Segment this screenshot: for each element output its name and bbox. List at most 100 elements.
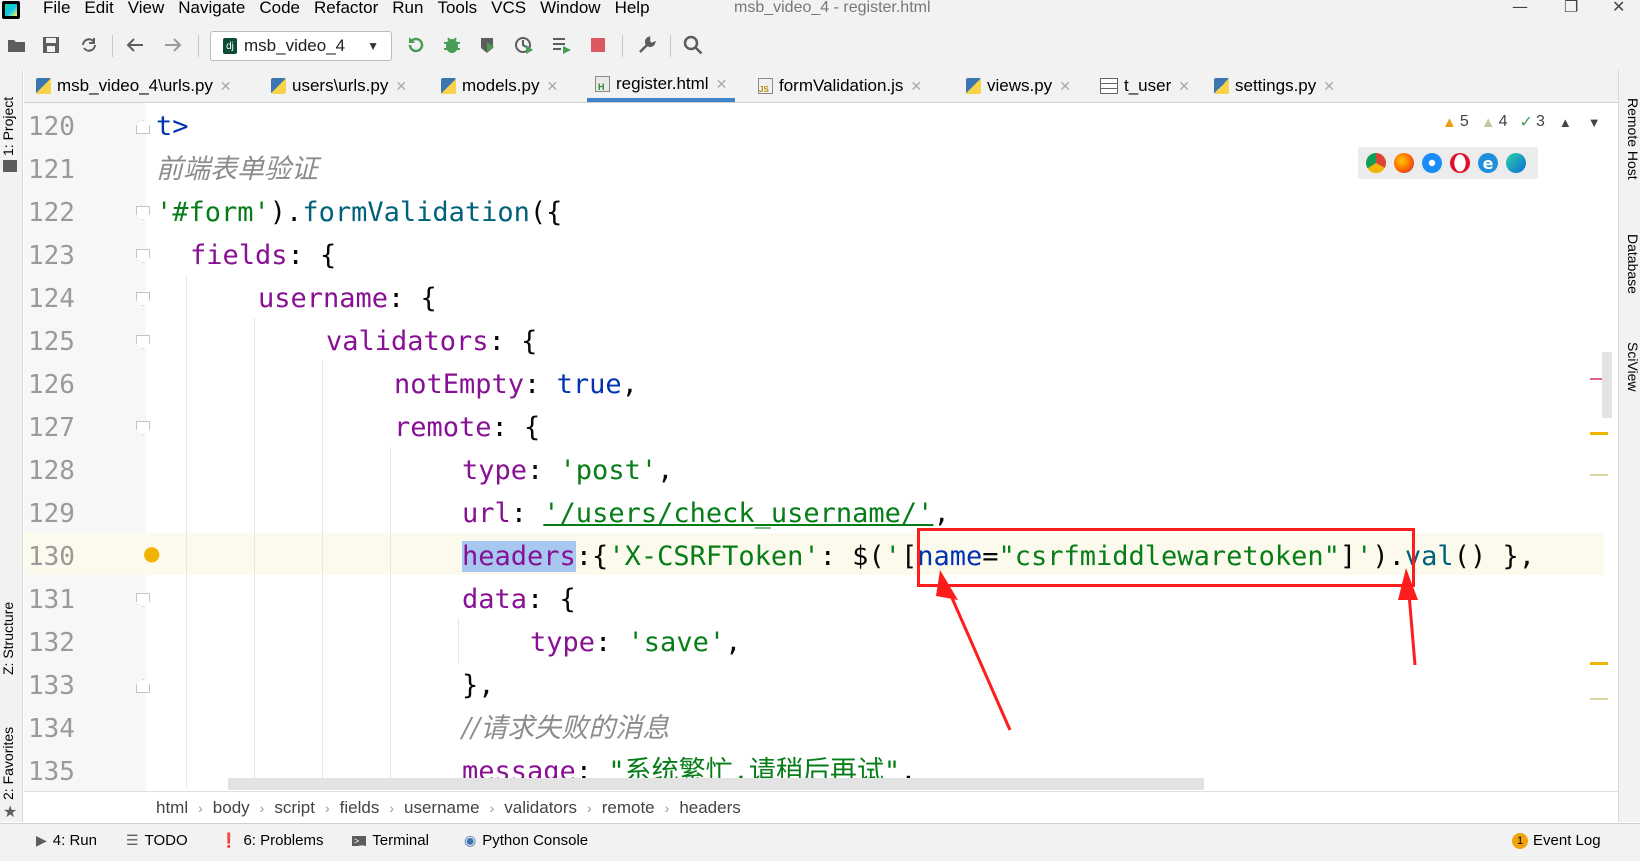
- line-number: 122: [28, 198, 75, 228]
- problems-tool-button[interactable]: ❗ 6: Problems: [220, 832, 323, 849]
- favorites-tool-button[interactable]: 2: Favorites: [0, 710, 22, 800]
- run-tool-button[interactable]: ▶ 4: Run: [36, 832, 97, 849]
- python-icon: ◉: [464, 832, 477, 848]
- close-tab-icon[interactable]: ✕: [716, 76, 728, 93]
- save-icon[interactable]: [40, 34, 62, 56]
- breadcrumb-item[interactable]: script: [274, 798, 315, 818]
- profile-icon[interactable]: [513, 34, 535, 56]
- debug-icon[interactable]: [441, 34, 463, 56]
- code-line-120[interactable]: t>: [156, 106, 189, 148]
- breadcrumb-item[interactable]: validators: [504, 798, 577, 818]
- menu-edit[interactable]: Edit: [77, 0, 120, 16]
- event-log-tool-button[interactable]: 1 Event Log: [1512, 832, 1601, 849]
- code-line-128[interactable]: type: 'post',: [462, 450, 673, 492]
- breadcrumb-item[interactable]: fields: [340, 798, 380, 818]
- breadcrumb-item[interactable]: username: [404, 798, 480, 818]
- run-configuration-select[interactable]: dj msb_video_4 ▼: [210, 31, 392, 61]
- code-line-126[interactable]: notEmpty: true,: [394, 364, 638, 406]
- code-line-124[interactable]: username: {: [258, 278, 437, 320]
- structure-tool-button[interactable]: Z: Structure: [0, 575, 22, 675]
- code-token: : {: [491, 412, 541, 443]
- tab-settings[interactable]: settings.py ✕: [1214, 70, 1335, 102]
- intention-bulb-icon[interactable]: ●: [143, 541, 160, 565]
- code-line-123[interactable]: fields: {: [190, 235, 336, 277]
- minimize-icon[interactable]: —: [1512, 0, 1528, 15]
- close-tab-icon[interactable]: ✕: [1323, 78, 1335, 95]
- close-tab-icon[interactable]: ✕: [1059, 78, 1071, 95]
- tab-users-urls[interactable]: users\urls.py ✕: [271, 70, 407, 102]
- database-tool-button[interactable]: Database: [1619, 234, 1640, 314]
- breadcrumb-item[interactable]: headers: [679, 798, 740, 818]
- menu-file[interactable]: File: [36, 0, 77, 16]
- weak-stripe-mark: [1590, 698, 1608, 700]
- inspection-widget[interactable]: ▲ 5 ▲ 4 ✓ 3 ▲ ▼: [1442, 112, 1601, 132]
- code-key: url: [462, 498, 511, 529]
- next-highlight-icon[interactable]: ▼: [1588, 115, 1601, 130]
- firefox-icon[interactable]: [1394, 153, 1414, 173]
- tab-models[interactable]: models.py ✕: [441, 70, 558, 102]
- menu-navigate[interactable]: Navigate: [171, 0, 252, 16]
- remote-host-tool-button[interactable]: Remote Host: [1619, 98, 1640, 208]
- breadcrumb-item[interactable]: remote: [602, 798, 655, 818]
- menu-code[interactable]: Code: [252, 0, 307, 16]
- code-line-129[interactable]: url: '/users/check_username/',: [462, 493, 950, 535]
- code-key: notEmpty: [394, 369, 525, 400]
- chrome-icon[interactable]: [1366, 153, 1386, 173]
- code-line-125[interactable]: validators: {: [326, 321, 537, 363]
- internet-explorer-icon[interactable]: e: [1478, 153, 1498, 173]
- safari-icon[interactable]: [1422, 153, 1442, 173]
- code-line-133[interactable]: },: [462, 665, 495, 707]
- terminal-tool-button[interactable]: >_ Terminal: [352, 832, 429, 849]
- code-key: type: [462, 455, 528, 486]
- restore-icon[interactable]: ❐: [1564, 0, 1578, 15]
- close-tab-icon[interactable]: ✕: [910, 78, 922, 95]
- menu-refactor[interactable]: Refactor: [307, 0, 385, 16]
- back-arrow-icon[interactable]: [124, 34, 146, 56]
- opera-icon[interactable]: [1450, 153, 1470, 173]
- close-tab-icon[interactable]: ✕: [395, 78, 407, 95]
- menu-vcs[interactable]: VCS: [484, 0, 533, 16]
- code-string: 'X-CSRFToken': [608, 541, 820, 572]
- menu-run[interactable]: Run: [385, 0, 430, 16]
- close-window-icon[interactable]: ✕: [1612, 0, 1625, 15]
- code-line-121[interactable]: 前端表单验证: [156, 149, 318, 191]
- code-line-134[interactable]: //请求失败的消息: [462, 708, 669, 750]
- code-line-132[interactable]: type: 'save',: [530, 622, 741, 664]
- sync-icon[interactable]: [78, 34, 100, 56]
- tab-t-user[interactable]: t_user ✕: [1100, 70, 1190, 102]
- sciview-tool-button[interactable]: SciView: [1619, 342, 1640, 412]
- stop-icon[interactable]: [587, 34, 609, 56]
- menu-view[interactable]: View: [121, 0, 172, 16]
- tab-formvalidation-js[interactable]: formValidation.js ✕: [758, 70, 922, 102]
- breadcrumb-item[interactable]: html: [156, 798, 188, 818]
- horizontal-scrollbar-thumb[interactable]: [228, 778, 1204, 790]
- build-icon[interactable]: [551, 34, 573, 56]
- previous-highlight-icon[interactable]: ▲: [1559, 115, 1572, 130]
- code-string: 'save': [627, 627, 726, 658]
- close-tab-icon[interactable]: ✕: [1178, 78, 1190, 95]
- wrench-icon[interactable]: [636, 34, 658, 56]
- bottom-tool-label: Python Console: [482, 832, 589, 849]
- vertical-scrollbar-thumb[interactable]: [1602, 352, 1612, 418]
- forward-arrow-icon[interactable]: [162, 34, 184, 56]
- code-line-127[interactable]: remote: {: [394, 407, 540, 449]
- close-tab-icon[interactable]: ✕: [546, 78, 558, 95]
- menu-window[interactable]: Window: [533, 0, 607, 16]
- close-tab-icon[interactable]: ✕: [220, 78, 232, 95]
- tab-views[interactable]: views.py ✕: [966, 70, 1071, 102]
- code-line-122[interactable]: '#form').formValidation({: [156, 192, 562, 234]
- code-line-131[interactable]: data: {: [462, 579, 576, 621]
- coverage-icon[interactable]: [477, 34, 499, 56]
- rerun-icon[interactable]: [405, 34, 427, 56]
- edge-icon[interactable]: [1506, 153, 1526, 173]
- search-icon[interactable]: [682, 34, 704, 56]
- tab-msb-video-urls[interactable]: msb_video_4\urls.py ✕: [36, 70, 232, 102]
- menu-help[interactable]: Help: [608, 0, 657, 16]
- menu-tools[interactable]: Tools: [430, 0, 484, 16]
- breadcrumb-item[interactable]: body: [213, 798, 250, 818]
- tab-register-html[interactable]: register.html ✕: [587, 70, 736, 102]
- todo-tool-button[interactable]: ☰ TODO: [126, 832, 188, 849]
- python-console-tool-button[interactable]: ◉ Python Console: [464, 832, 588, 849]
- open-folder-icon[interactable]: [6, 34, 28, 56]
- project-tool-button[interactable]: 1: Project: [0, 76, 22, 156]
